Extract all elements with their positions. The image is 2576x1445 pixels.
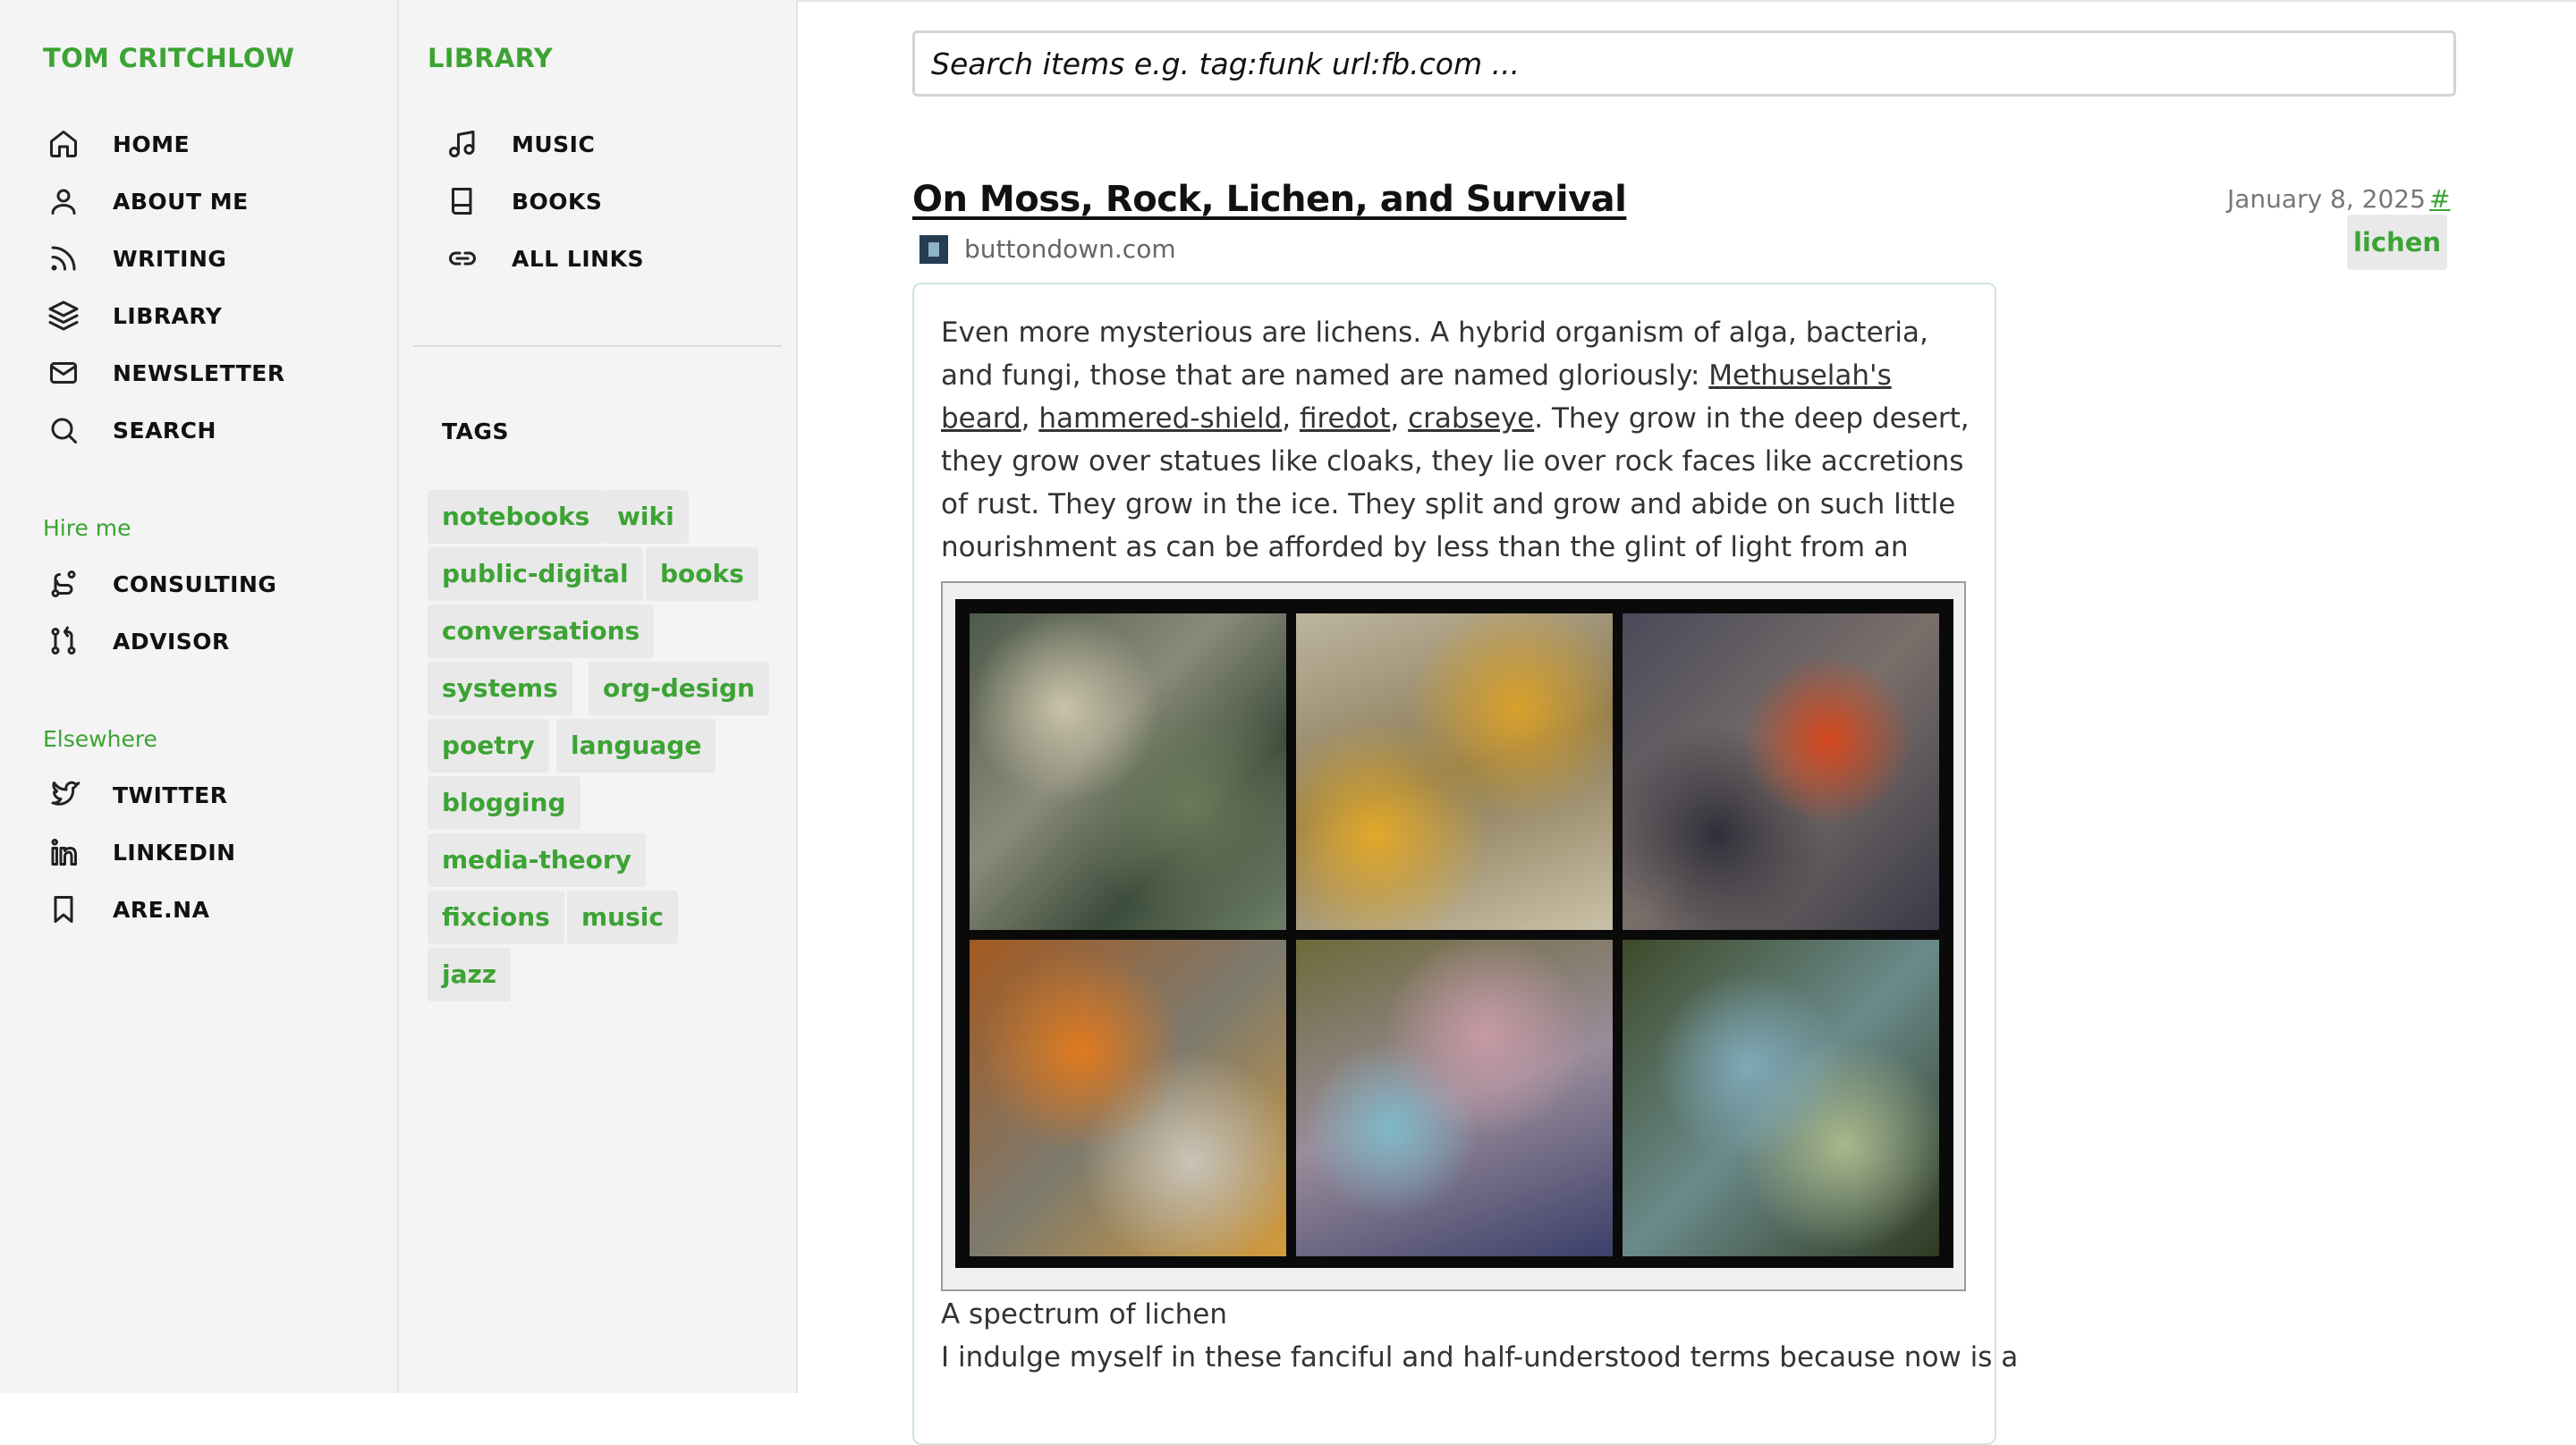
nav-search[interactable]: SEARCH xyxy=(43,410,216,451)
site-title[interactable]: TOM CRITCHLOW xyxy=(43,43,294,73)
bookmark-icon xyxy=(43,889,84,930)
search-icon xyxy=(43,410,84,451)
nav-label: ADVISOR xyxy=(113,628,230,655)
nav-label: CONSULTING xyxy=(113,570,277,597)
library-heading[interactable]: LIBRARY xyxy=(428,43,553,73)
tag-org-design[interactable]: org-design xyxy=(589,662,769,715)
lichen-photo-4 xyxy=(970,940,1286,1256)
twitter-icon xyxy=(43,774,84,815)
nav-label: NEWSLETTER xyxy=(113,359,285,386)
post-date: January 8, 2025 xyxy=(2227,184,2426,214)
library-sidebar: LIBRARY MUSIC BOOKS ALL LINKS TAGS noteb… xyxy=(399,0,798,1393)
library-label: ALL LINKS xyxy=(512,245,644,272)
tag-poetry[interactable]: poetry xyxy=(428,719,549,773)
user-icon xyxy=(43,181,84,222)
git-pull-icon xyxy=(43,621,84,662)
post-source[interactable]: buttondown.com xyxy=(919,234,1176,264)
tag-jazz[interactable]: jazz xyxy=(428,948,512,1001)
tag-public-digital[interactable]: public-digital xyxy=(428,547,643,601)
excerpt-text: , xyxy=(1390,402,1409,435)
link-icon xyxy=(442,238,483,279)
image-caption: A spectrum of lichen xyxy=(941,1298,1227,1331)
nav-label: HOME xyxy=(113,131,191,157)
lichen-photo-5 xyxy=(1296,940,1613,1256)
nav-consulting[interactable]: CONSULTING xyxy=(43,563,276,604)
post-continuation: I indulge myself in these fanciful and h… xyxy=(941,1341,2019,1373)
search-input[interactable] xyxy=(912,30,2456,97)
link-hammered-shield[interactable]: hammered-shield xyxy=(1038,402,1282,435)
elsewhere-heading: Elsewhere xyxy=(43,726,157,752)
nav-twitter[interactable]: TWITTER xyxy=(43,774,227,815)
nav-library[interactable]: LIBRARY xyxy=(43,295,222,336)
rss-icon xyxy=(43,238,84,279)
lichen-photo-3 xyxy=(1623,613,1939,930)
excerpt-text: , xyxy=(1282,402,1300,435)
layers-icon xyxy=(43,295,84,336)
tag-books[interactable]: books xyxy=(646,547,758,601)
tag-media-theory[interactable]: media-theory xyxy=(428,833,646,887)
tag-fixcions[interactable]: fixcions xyxy=(428,891,564,944)
nav-arena[interactable]: ARE.NA xyxy=(43,889,209,930)
excerpt-text: , xyxy=(1021,402,1039,435)
nav-label: LIBRARY xyxy=(113,302,223,329)
lichen-photo-2 xyxy=(1296,613,1613,930)
tag-systems[interactable]: systems xyxy=(428,662,572,715)
nav-label: ARE.NA xyxy=(113,896,210,923)
tag-music[interactable]: music xyxy=(567,891,678,944)
link-crabseye[interactable]: crabseye xyxy=(1408,402,1534,435)
nav-label: ABOUT ME xyxy=(113,188,249,215)
nav-linkedin[interactable]: LINKEDIN xyxy=(43,832,236,873)
permalink-hash[interactable]: # xyxy=(2429,184,2450,214)
lichen-photo-1 xyxy=(970,613,1286,930)
nav-label: SEARCH xyxy=(113,417,216,444)
nav-label: LINKEDIN xyxy=(113,839,236,866)
lichen-photo-6 xyxy=(1623,940,1939,1256)
nav-newsletter[interactable]: NEWSLETTER xyxy=(43,352,285,393)
nav-home[interactable]: HOME xyxy=(43,123,190,165)
library-books[interactable]: BOOKS xyxy=(442,181,602,222)
library-label: MUSIC xyxy=(512,131,596,157)
nav-advisor[interactable]: ADVISOR xyxy=(43,621,230,662)
book-icon xyxy=(442,181,483,222)
post-title-link[interactable]: On Moss, Rock, Lichen, and Survival xyxy=(912,179,1627,220)
site-favicon-icon xyxy=(919,234,948,264)
library-all-links[interactable]: ALL LINKS xyxy=(442,238,644,279)
nav-label: TWITTER xyxy=(113,782,228,808)
tag-blogging[interactable]: blogging xyxy=(428,776,580,830)
post-domain: buttondown.com xyxy=(964,234,1176,264)
tag-conversations[interactable]: conversations xyxy=(428,604,655,658)
divider xyxy=(413,345,782,347)
nav-writing[interactable]: WRITING xyxy=(43,238,226,279)
library-label: BOOKS xyxy=(512,188,603,215)
left-sidebar: TOM CRITCHLOW HOME ABOUT ME WRITING LIBR… xyxy=(0,0,399,1393)
link-firedot[interactable]: firedot xyxy=(1300,402,1390,435)
mail-icon xyxy=(43,352,84,393)
post-excerpt: Even more mysterious are lichens. A hybr… xyxy=(941,311,1970,612)
nav-label: WRITING xyxy=(113,245,227,272)
route-icon xyxy=(43,563,84,604)
tag-wiki[interactable]: wiki xyxy=(603,490,689,544)
tags-heading: TAGS xyxy=(442,418,509,444)
lichen-image xyxy=(955,599,1953,1268)
library-music[interactable]: MUSIC xyxy=(442,123,595,165)
home-icon xyxy=(43,123,84,165)
music-icon xyxy=(442,123,483,165)
linkedin-icon xyxy=(43,832,84,873)
post-tag-lichen[interactable]: lichen xyxy=(2347,215,2447,270)
hire-me-heading: Hire me xyxy=(43,515,131,541)
tag-notebooks[interactable]: notebooks xyxy=(428,490,605,544)
nav-about-me[interactable]: ABOUT ME xyxy=(43,181,249,222)
tag-language[interactable]: language xyxy=(556,719,716,773)
